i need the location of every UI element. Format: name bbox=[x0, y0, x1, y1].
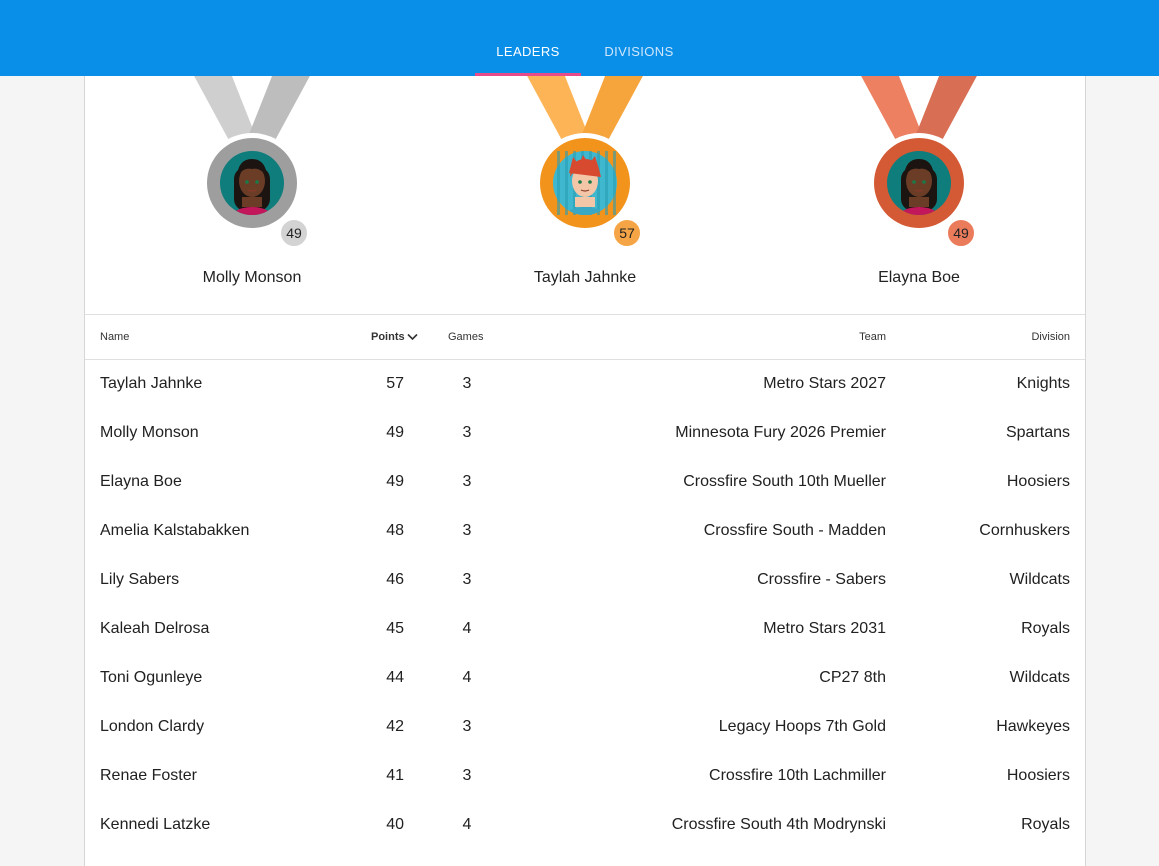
table-row[interactable]: Elayna Boe 49 3 Crossfire South 10th Muelle… bbox=[85, 458, 1085, 507]
points-cell: 44 bbox=[386, 669, 404, 686]
medal-graphic bbox=[519, 61, 651, 233]
app-bar: LEADERS DIVISIONS bbox=[0, 0, 1159, 76]
player-name-cell: Kaleah Delrosa bbox=[100, 620, 210, 637]
points-cell: 45 bbox=[386, 620, 404, 637]
games-cell: 3 bbox=[462, 522, 472, 539]
chevron-down-icon bbox=[407, 332, 418, 344]
table-row[interactable]: Kaleah Delrosa 45 4 Metro Stars 2031 Royals bbox=[85, 605, 1085, 654]
team-cell: Legacy Hoops 7th Gold bbox=[718, 718, 886, 735]
games-cell: 3 bbox=[462, 571, 472, 588]
points-cell: 48 bbox=[386, 522, 404, 539]
player-name-cell: London Clardy bbox=[100, 718, 205, 735]
podium: 49 Molly Monson 57 Taylah Jahnke 49 Elayna … bbox=[85, 61, 1085, 314]
division-cell: Royals bbox=[1021, 620, 1070, 637]
points-cell: 40 bbox=[386, 816, 404, 833]
table-row[interactable]: Taylah Jahnke 57 3 Metro Stars 2027 Knights bbox=[85, 360, 1085, 409]
table-row[interactable]: Lily Sabers 46 3 Crossfire - Sabers Wildcats bbox=[85, 556, 1085, 605]
division-cell: Cornhuskers bbox=[979, 522, 1070, 539]
games-cell: 3 bbox=[462, 424, 472, 441]
team-cell: Metro Stars 2031 bbox=[763, 620, 886, 637]
podium-player-name: Taylah Jahnke bbox=[533, 269, 637, 286]
division-cell: Hoosiers bbox=[1006, 767, 1070, 784]
team-cell: Crossfire - Sabers bbox=[757, 571, 886, 588]
column-header-points[interactable]: Points bbox=[371, 331, 418, 344]
points-badge: 49 bbox=[946, 218, 976, 248]
division-cell: Royals bbox=[1021, 816, 1070, 833]
tab-divisions-label: DIVISIONS bbox=[604, 44, 674, 59]
points-cell: 49 bbox=[386, 473, 404, 490]
games-cell: 3 bbox=[462, 473, 472, 490]
table-row[interactable]: Amelia Kalstabakken 48 3 Crossfire South - … bbox=[85, 507, 1085, 556]
points-cell: 42 bbox=[386, 718, 404, 735]
games-cell: 3 bbox=[462, 375, 472, 392]
points-cell: 49 bbox=[386, 424, 404, 441]
player-name-cell: Renae Foster bbox=[100, 767, 197, 784]
division-cell: Wildcats bbox=[1009, 669, 1070, 686]
player-name-cell: Molly Monson bbox=[100, 424, 199, 441]
column-header-games[interactable]: Games bbox=[448, 331, 483, 343]
team-cell: Crossfire South 10th Mueller bbox=[683, 473, 886, 490]
games-cell: 4 bbox=[462, 620, 472, 637]
player-name-cell: Kennedi Latzke bbox=[100, 816, 211, 833]
tab-leaders-label: LEADERS bbox=[496, 44, 560, 59]
games-cell: 4 bbox=[462, 669, 472, 686]
podium-medal-bronze[interactable]: 49 Elayna Boe bbox=[809, 61, 1029, 301]
division-cell: Knights bbox=[1016, 375, 1070, 392]
points-cell: 41 bbox=[386, 767, 404, 784]
podium-medal-gold[interactable]: 57 Taylah Jahnke bbox=[475, 61, 695, 301]
player-name-cell: Amelia Kalstabakken bbox=[100, 522, 250, 539]
leaders-table: Name Points Games Team Division Taylah J… bbox=[85, 314, 1085, 850]
table-row[interactable]: Kennedi Latzke 40 4 Crossfire South 4th Mod… bbox=[85, 801, 1085, 850]
column-header-points-label: Points bbox=[371, 331, 405, 343]
table-row[interactable]: Toni Ogunleye 44 4 CP27 8th Wildcats bbox=[85, 654, 1085, 703]
leaderboard-card: 49 Molly Monson 57 Taylah Jahnke 49 Elayna … bbox=[84, 60, 1086, 866]
table-body: Taylah Jahnke 57 3 Metro Stars 2027 Knights M… bbox=[85, 360, 1085, 850]
team-cell: Crossfire South - Madden bbox=[703, 522, 886, 539]
team-cell: Metro Stars 2027 bbox=[763, 375, 886, 392]
table-row[interactable]: Renae Foster 41 3 Crossfire 10th Lachmiller… bbox=[85, 752, 1085, 801]
points-cell: 46 bbox=[386, 571, 404, 588]
column-header-name[interactable]: Name bbox=[100, 331, 129, 343]
division-cell: Wildcats bbox=[1009, 571, 1070, 588]
team-cell: CP27 8th bbox=[819, 669, 886, 686]
column-header-division[interactable]: Division bbox=[1031, 331, 1070, 343]
table-row[interactable]: London Clardy 42 3 Legacy Hoops 7th Gold Haw… bbox=[85, 703, 1085, 752]
active-tab-indicator bbox=[475, 73, 581, 76]
player-name-cell: Toni Ogunleye bbox=[100, 669, 203, 686]
games-cell: 4 bbox=[462, 816, 472, 833]
table-row[interactable]: Molly Monson 49 3 Minnesota Fury 2026 Premi… bbox=[85, 409, 1085, 458]
table-header-row: Name Points Games Team Division bbox=[85, 314, 1085, 360]
team-cell: Crossfire 10th Lachmiller bbox=[709, 767, 886, 784]
podium-player-name: Molly Monson bbox=[202, 269, 302, 286]
tab-bar: LEADERS DIVISIONS bbox=[475, 0, 697, 76]
column-header-team[interactable]: Team bbox=[859, 331, 886, 343]
games-cell: 3 bbox=[462, 718, 472, 735]
medal-graphic bbox=[186, 61, 318, 233]
tab-leaders[interactable]: LEADERS bbox=[475, 0, 581, 76]
player-name-cell: Taylah Jahnke bbox=[100, 375, 203, 392]
games-cell: 3 bbox=[462, 767, 472, 784]
points-badge: 57 bbox=[612, 218, 642, 248]
medal-graphic bbox=[853, 61, 985, 233]
podium-player-name: Elayna Boe bbox=[878, 269, 960, 286]
player-name-cell: Lily Sabers bbox=[100, 571, 180, 588]
tab-divisions[interactable]: DIVISIONS bbox=[581, 0, 697, 76]
team-cell: Minnesota Fury 2026 Premier bbox=[675, 424, 886, 441]
division-cell: Hoosiers bbox=[1006, 473, 1070, 490]
points-badge: 49 bbox=[279, 218, 309, 248]
podium-medal-silver[interactable]: 49 Molly Monson bbox=[142, 61, 362, 301]
team-cell: Crossfire South 4th Modrynski bbox=[671, 816, 886, 833]
player-name-cell: Elayna Boe bbox=[100, 473, 182, 490]
points-cell: 57 bbox=[386, 375, 404, 392]
division-cell: Hawkeyes bbox=[996, 718, 1070, 735]
division-cell: Spartans bbox=[1005, 424, 1070, 441]
